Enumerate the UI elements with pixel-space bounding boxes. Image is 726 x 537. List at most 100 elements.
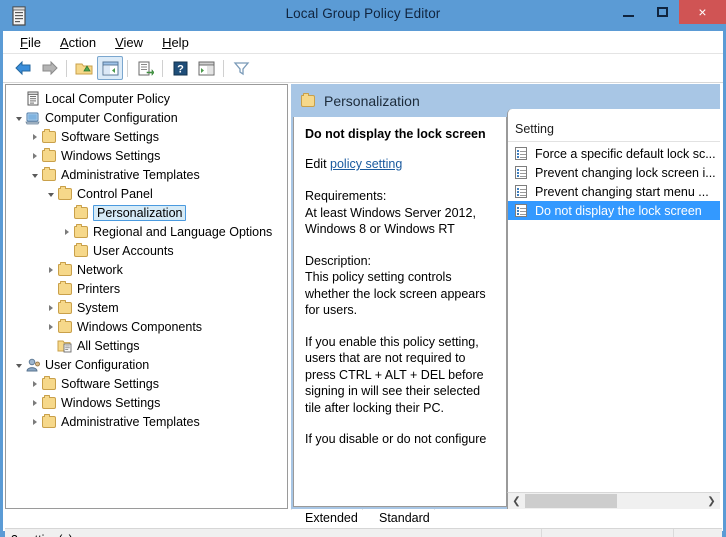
status-cell-2 xyxy=(542,529,673,537)
expand-arrow-icon[interactable] xyxy=(44,260,57,279)
hscroll-thumb[interactable] xyxy=(525,494,617,508)
forward-button[interactable] xyxy=(36,56,62,80)
show-hide-console-tree-button[interactable] xyxy=(97,56,123,80)
tree-item-software-settings[interactable]: Software Settings xyxy=(12,127,287,146)
folder-icon xyxy=(57,298,73,317)
titlebar[interactable]: Local Group Policy Editor × xyxy=(0,0,726,31)
policy-document-icon xyxy=(25,89,41,108)
policy-setting-link[interactable]: policy setting xyxy=(330,157,402,171)
chevron-right-icon xyxy=(64,228,69,235)
tree-item-label: Software Settings xyxy=(61,376,159,391)
policy-setting-icon xyxy=(515,185,527,198)
console-tree-pane[interactable]: Local Computer Policy Computer Configurat… xyxy=(5,84,288,509)
tree-item-computer-configuration[interactable]: Computer Configuration xyxy=(12,108,287,127)
expand-arrow-icon[interactable] xyxy=(60,222,73,241)
folder-icon xyxy=(58,280,72,295)
tree-item-windows-settings[interactable]: Windows Settings xyxy=(12,146,287,165)
tab-left-slash xyxy=(291,509,301,527)
settings-list-row[interactable]: Prevent changing lock screen i... xyxy=(508,163,720,182)
expand-arrow-icon[interactable] xyxy=(28,393,41,412)
menu-view[interactable]: View xyxy=(106,33,153,52)
chevron-right-icon[interactable]: ❯ xyxy=(703,493,720,509)
settings-list-row[interactable]: Force a specific default lock sc... xyxy=(508,144,720,163)
settings-list-row-label: Prevent changing start menu ... xyxy=(535,184,709,199)
tab-standard[interactable]: Standard xyxy=(375,509,444,527)
tree-item-label: All Settings xyxy=(77,338,140,353)
minimize-button[interactable] xyxy=(611,0,645,24)
back-button[interactable] xyxy=(10,56,36,80)
menu-file[interactable]: File xyxy=(11,33,51,52)
settings-list-row[interactable]: Do not display the lock screen xyxy=(508,201,720,220)
settings-list-pane[interactable]: Setting Force a specific default lock sc… xyxy=(507,109,720,507)
chevron-right-icon xyxy=(48,266,53,273)
chevron-left-icon[interactable]: ❮ xyxy=(508,493,525,509)
export-list-button[interactable] xyxy=(132,56,158,80)
tree-item-label: Administrative Templates xyxy=(61,167,200,182)
expand-arrow-icon[interactable] xyxy=(28,412,41,431)
tree-item-printers[interactable]: Printers xyxy=(12,279,287,298)
chevron-down-icon xyxy=(15,363,22,368)
collapse-arrow-icon[interactable] xyxy=(12,108,25,127)
tree-item-control-panel[interactable]: Control Panel xyxy=(12,184,287,203)
expand-arrow-icon[interactable] xyxy=(28,146,41,165)
export-list-icon xyxy=(138,61,154,76)
settings-list-row[interactable]: Prevent changing start menu ... xyxy=(508,182,720,201)
folder-icon xyxy=(73,203,89,222)
chevron-right-icon xyxy=(32,380,37,387)
maximize-button[interactable] xyxy=(645,0,679,24)
tree-item-user-configuration[interactable]: User Configuration xyxy=(12,355,287,374)
tree-item-label: Windows Settings xyxy=(61,148,161,163)
tree-item-label: Windows Components xyxy=(77,319,203,334)
tree-item-label: Printers xyxy=(77,281,121,296)
tree-item-administrative-templates[interactable]: Administrative Templates xyxy=(12,165,287,184)
tree-item-all-settings[interactable]: All Settings xyxy=(12,336,287,355)
folder-icon xyxy=(73,222,89,241)
collapse-arrow-icon[interactable] xyxy=(28,165,41,184)
chevron-right-icon xyxy=(48,323,53,330)
settings-column-header[interactable]: Setting xyxy=(508,109,720,142)
chevron-right-icon xyxy=(32,418,37,425)
hscroll-track[interactable] xyxy=(525,493,703,509)
tree-item-windows-settings[interactable]: Windows Settings xyxy=(12,393,287,412)
filter-button[interactable] xyxy=(228,56,254,80)
tree-item-network[interactable]: Network xyxy=(12,260,287,279)
settings-list-row-label: Do not display the lock screen xyxy=(535,203,702,218)
tree-item-user-accounts[interactable]: User Accounts xyxy=(12,241,287,260)
tree-item-software-settings[interactable]: Software Settings xyxy=(12,374,287,393)
up-one-level-button[interactable] xyxy=(71,56,97,80)
close-button[interactable]: × xyxy=(679,0,726,24)
policy-description-pane[interactable]: Do not display the lock screen Edit poli… xyxy=(293,117,507,507)
tree-item-personalization[interactable]: Personalization xyxy=(12,203,287,222)
expand-arrow-icon[interactable] xyxy=(28,127,41,146)
action-pane-icon xyxy=(198,61,214,75)
disable-paragraph: If you disable or do not configure xyxy=(305,432,487,446)
expand-arrow-icon[interactable] xyxy=(28,374,41,393)
collapse-arrow-icon[interactable] xyxy=(44,184,57,203)
chevron-down-icon xyxy=(31,173,38,178)
policy-setting-icon xyxy=(515,166,529,179)
show-hide-action-pane-button[interactable] xyxy=(193,56,219,80)
tab-extended[interactable]: Extended xyxy=(291,509,372,527)
menu-action[interactable]: Action xyxy=(51,33,106,52)
folder-icon xyxy=(57,317,73,336)
tree-item-administrative-templates[interactable]: Administrative Templates xyxy=(12,412,287,431)
chevron-down-icon xyxy=(15,116,22,121)
folder-icon xyxy=(41,165,57,184)
collapse-arrow-icon[interactable] xyxy=(12,355,25,374)
help-button[interactable]: ? xyxy=(167,56,193,80)
tree-item-label: Control Panel xyxy=(77,186,153,201)
expand-arrow-icon[interactable] xyxy=(44,317,57,336)
settings-list-hscrollbar[interactable]: ❮ ❯ xyxy=(507,492,720,509)
folder-icon xyxy=(41,127,57,146)
tree-item-regional-and-language-options[interactable]: Regional and Language Options xyxy=(12,222,287,241)
tree-item-system[interactable]: System xyxy=(12,298,287,317)
tab-standard-label: Standard xyxy=(379,511,430,525)
tree-item-local-computer-policy[interactable]: Local Computer Policy xyxy=(12,89,287,108)
description-block: Description: This policy setting control… xyxy=(305,253,494,319)
folder-icon xyxy=(42,147,56,162)
settings-rows: Force a specific default lock sc... Preve… xyxy=(508,142,720,220)
forward-arrow-icon xyxy=(42,60,58,76)
tree-item-windows-components[interactable]: Windows Components xyxy=(12,317,287,336)
expand-arrow-icon[interactable] xyxy=(44,298,57,317)
menu-help[interactable]: Help xyxy=(153,33,199,52)
